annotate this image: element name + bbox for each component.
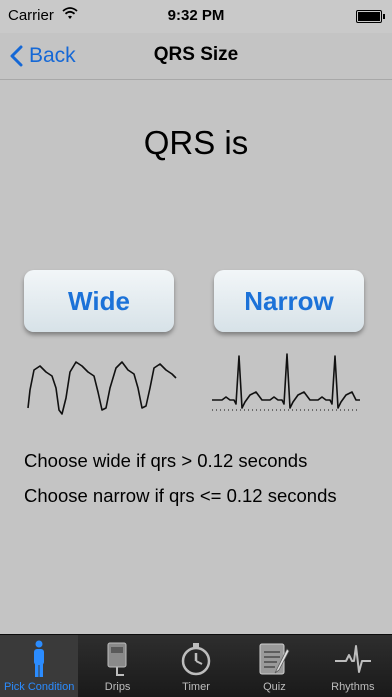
back-button[interactable]: Back	[10, 41, 76, 71]
tab-label: Rhythms	[331, 681, 375, 693]
tab-timer[interactable]: Timer	[157, 635, 235, 697]
narrow-button[interactable]: Narrow	[214, 270, 364, 332]
battery-icon	[356, 10, 385, 23]
qrs-heading: QRS is	[143, 124, 249, 161]
tab-drips[interactable]: Drips	[78, 635, 156, 697]
wide-button[interactable]: Wide	[24, 270, 174, 332]
navigation-bar: Back QRS Size	[0, 33, 392, 80]
narrow-criteria-text: Choose narrow if qrs <= 0.12 seconds	[24, 485, 337, 506]
tab-label: Timer	[182, 681, 210, 693]
tab-quiz[interactable]: Quiz	[235, 635, 313, 697]
iv-bag-icon	[98, 639, 138, 679]
stopwatch-icon	[176, 639, 216, 679]
chevron-left-icon	[10, 45, 23, 67]
person-icon	[19, 639, 59, 679]
wide-qrs-ecg-image	[27, 361, 177, 415]
status-time: 9:32 PM	[167, 7, 225, 24]
tab-rhythms[interactable]: Rhythms	[314, 635, 392, 697]
notepad-icon	[254, 639, 294, 679]
back-label: Back	[29, 44, 76, 67]
status-bar: Carrier 9:32 PM	[0, 0, 392, 33]
qrs-size-screen: QRS is Wide Narrow Choose wide if qrs > …	[0, 80, 392, 634]
ecg-pulse-icon	[333, 639, 373, 679]
tab-pick-condition[interactable]: Pick Condition	[0, 635, 79, 697]
tab-label: Quiz	[263, 681, 286, 693]
tab-label: Drips	[104, 681, 131, 693]
wide-criteria-text: Choose wide if qrs > 0.12 seconds	[24, 450, 308, 471]
tab-label: Pick Condition	[4, 681, 75, 693]
narrow-qrs-ecg-image	[212, 353, 360, 411]
tab-bar: Pick Condition Drips Timer Quiz Rhythms	[0, 634, 392, 697]
